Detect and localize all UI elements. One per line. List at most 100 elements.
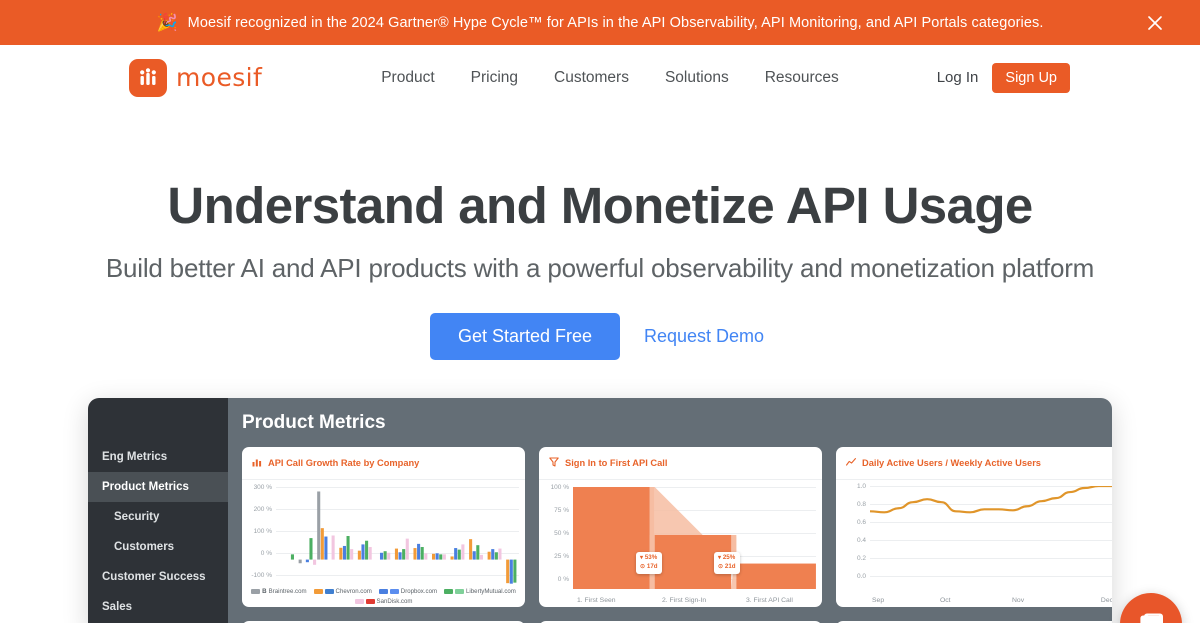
dashboard-sidebar: Eng Metrics Product Metrics Security Cus… [88, 398, 228, 623]
bar [394, 548, 399, 560]
y-tick-75: 75 % [554, 507, 569, 515]
bar [424, 553, 428, 560]
y-tick-0-0: 0.0 [856, 573, 866, 581]
bar [365, 540, 369, 560]
bar [379, 552, 384, 560]
bar [320, 528, 324, 560]
bar [472, 551, 476, 560]
signup-button[interactable]: Sign Up [992, 62, 1070, 93]
bar [487, 551, 491, 560]
request-demo-button[interactable]: Request Demo [638, 313, 770, 360]
bar [361, 544, 365, 560]
sidebar-item-customer-success[interactable]: Customer Success [88, 562, 228, 592]
y-tick-100: 100 % [550, 484, 569, 492]
legend-label: LibertyMutual.com [466, 588, 516, 596]
card-chart-area: 1.0 0.8 0.6 0.4 0.2 0.0 Sep Oct Nov Dec [836, 480, 1112, 607]
nav-item-solutions[interactable]: Solutions [665, 69, 729, 87]
card-header: API Call Growth Rate by Company [242, 447, 525, 481]
bar [309, 538, 313, 560]
sidebar-item-sales[interactable]: Sales [88, 592, 228, 622]
bar-chart-icon [252, 454, 262, 472]
sidebar-item-eng-metrics[interactable]: Eng Metrics [88, 442, 228, 472]
legend-swatch [251, 589, 261, 595]
funnel-annotation-1: ▾ 53% ⊙ 17d [636, 552, 662, 575]
chart-legend: B Braintree.com Chevron.com Dropbox.com … [242, 588, 525, 605]
chat-bubble-icon [1140, 613, 1163, 623]
bar [313, 559, 317, 565]
y-tick-1-0: 1.0 [856, 483, 866, 491]
bar [476, 545, 480, 560]
y-tick-0: 0 % [260, 550, 272, 558]
nav-item-customers[interactable]: Customers [554, 69, 629, 87]
logo-wordmark: moesif [176, 63, 263, 92]
y-tick-300: 300 % [253, 484, 272, 492]
legend-item-chevron: Chevron.com [313, 588, 372, 595]
bar [509, 559, 513, 584]
bar [331, 535, 335, 560]
funnel-icon [549, 454, 559, 472]
bar [305, 559, 309, 563]
card-chart-area: 300 % 200 % 100 % 0 % -100 % B Braintree… [242, 480, 525, 607]
drop-time-2: ⊙ 21d [718, 563, 736, 572]
party-popper-icon: 🎉 [156, 13, 178, 32]
legend-item-libertymutual: LibertyMutual.com [444, 588, 516, 595]
clock-icon: ⊙ [718, 563, 724, 571]
bar [398, 552, 402, 560]
hero-subtitle: Build better AI and API products with a … [105, 253, 1095, 284]
bar [368, 547, 372, 560]
sidebar-item-security[interactable]: Security [88, 502, 228, 532]
sidebar-item-customers[interactable]: Customers [88, 532, 228, 562]
nav-actions: Log In Sign Up [937, 62, 1070, 93]
y-tick-200: 200 % [253, 506, 272, 514]
card-header: Daily Active Users / Weekly Active Users [836, 447, 1112, 481]
dashboard-preview: Eng Metrics Product Metrics Security Cus… [0, 398, 1200, 623]
bar [457, 549, 461, 560]
drop-rate-1: ▾ 53% [640, 554, 658, 563]
bar [506, 559, 510, 584]
caret-down-icon: ▾ [718, 554, 722, 562]
close-icon[interactable] [1142, 10, 1168, 36]
line-series [870, 486, 1112, 512]
bar [420, 547, 424, 560]
sidebar-item-product-metrics[interactable]: Product Metrics [88, 472, 228, 503]
bar [324, 536, 328, 560]
card-dau-wau[interactable]: Daily Active Users / Weekly Active Users… [836, 447, 1112, 608]
legend-swatch [354, 599, 364, 605]
login-link[interactable]: Log In [937, 69, 979, 86]
clock-icon: ⊙ [640, 563, 646, 571]
get-started-free-button[interactable]: Get Started Free [429, 313, 620, 361]
bar [494, 552, 498, 560]
hero-section: Understand and Monetize API Usage Build … [0, 110, 1200, 361]
x-tick-sep: Sep [872, 597, 885, 605]
legend-label: Braintree.com [268, 588, 307, 596]
y-tick-0-8: 0.8 [856, 501, 866, 509]
card-header: Sign In to First API Call [539, 447, 822, 481]
hero-cta-group: Get Started Free Request Demo [0, 313, 1200, 361]
card-title: API Call Growth Rate by Company [268, 458, 420, 469]
nav-item-product[interactable]: Product [381, 69, 434, 87]
bar [442, 554, 446, 560]
sandisk-icon [365, 599, 375, 605]
moesif-logo[interactable]: moesif [129, 58, 263, 97]
x-tick-first-seen: 1. First Seen [577, 597, 616, 605]
bar [339, 547, 343, 560]
announcement-content: 🎉 Moesif recognized in the 2024 Gartner®… [156, 14, 1043, 31]
card-api-call-growth-rate[interactable]: API Call Growth Rate by Company 300 % 20… [242, 447, 525, 608]
card-title: Sign In to First API Call [565, 458, 668, 469]
dashboard-title: Product Metrics [242, 412, 386, 434]
caret-down-icon: ▾ [640, 554, 644, 562]
y-tick-0-4: 0.4 [856, 537, 866, 545]
line-chart-plot [870, 486, 1112, 587]
bar-chart-plot [290, 491, 517, 584]
bar [479, 554, 483, 560]
bar [454, 548, 458, 560]
chat-widget-button[interactable] [1120, 593, 1182, 623]
dashboard-window: Eng Metrics Product Metrics Security Cus… [88, 398, 1112, 623]
card-sign-in-to-first-api-call[interactable]: Sign In to First API Call 100 % 75 % 50 … [539, 447, 822, 608]
bar [342, 546, 346, 560]
y-tick-neg100: -100 % [251, 572, 272, 580]
moesif-logo-icon [129, 58, 167, 97]
bar [402, 549, 406, 560]
nav-item-pricing[interactable]: Pricing [471, 69, 518, 87]
nav-item-resources[interactable]: Resources [765, 69, 839, 87]
